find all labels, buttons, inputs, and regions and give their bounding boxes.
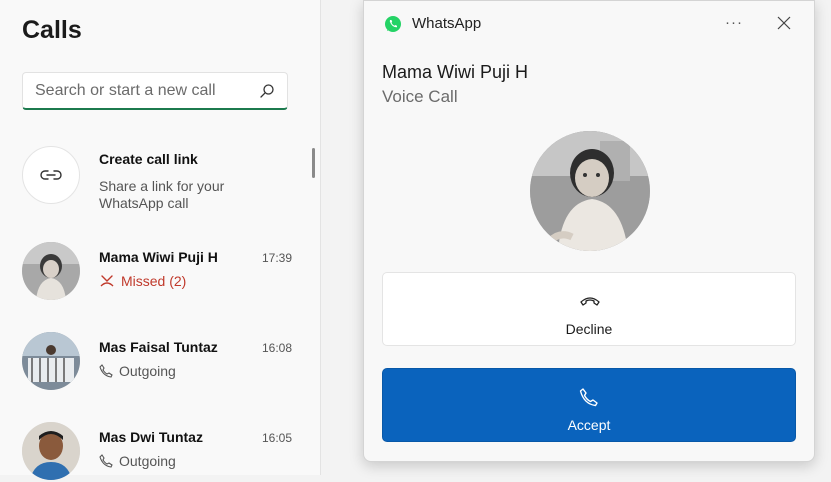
link-icon-circle: [22, 146, 80, 204]
call-list-item[interactable]: Mas Dwi Tuntaz 16:05 Outgoing: [22, 422, 292, 482]
call-status-label: Missed (2): [121, 273, 187, 289]
phone-icon: [579, 388, 598, 407]
search-icon[interactable]: [259, 83, 275, 99]
call-list-item[interactable]: Mama Wiwi Puji H 17:39 Missed (2): [22, 242, 292, 302]
call-status-label: Outgoing: [119, 453, 176, 469]
call-status: Outgoing: [99, 363, 176, 379]
create-link-subtitle-line2: WhatsApp call: [99, 195, 189, 211]
scrollbar[interactable]: [312, 148, 315, 178]
incoming-call-window: WhatsApp ··· Mama Wiwi Puji H Voice Call…: [363, 0, 815, 462]
close-icon[interactable]: [772, 11, 796, 35]
create-link-subtitle-line1: Share a link for your: [99, 178, 225, 194]
decline-button[interactable]: Decline: [382, 272, 796, 346]
calls-panel: Calls Create call link Share a link for …: [0, 0, 321, 480]
missed-call-icon: [100, 275, 114, 287]
call-status-label: Outgoing: [119, 363, 176, 379]
call-time: 16:05: [261, 431, 292, 445]
call-status: Missed (2): [99, 273, 186, 289]
call-type: Voice Call: [382, 87, 458, 106]
create-call-link-item[interactable]: Create call link Share a link for your W…: [22, 146, 292, 211]
phone-outgoing-icon: [99, 454, 113, 468]
phone-hangup-icon: [580, 297, 600, 306]
avatar: [22, 422, 80, 480]
contact-name: Mama Wiwi Puji H: [99, 249, 218, 265]
caller-name: Mama Wiwi Puji H: [382, 62, 529, 82]
search-box[interactable]: [22, 72, 288, 110]
accept-label: Accept: [567, 417, 611, 433]
more-options-button[interactable]: ···: [722, 9, 746, 37]
call-time: 17:39: [261, 251, 292, 265]
accept-button[interactable]: Accept: [382, 368, 796, 442]
link-icon: [40, 170, 62, 180]
caller-avatar: [530, 131, 650, 251]
phone-outgoing-icon: [99, 364, 113, 378]
avatar: [22, 242, 80, 300]
search-input[interactable]: [33, 79, 257, 103]
app-name: WhatsApp: [412, 15, 482, 32]
create-link-title: Create call link: [99, 151, 198, 167]
decline-label: Decline: [565, 321, 613, 337]
page-title: Calls: [22, 16, 82, 44]
whatsapp-icon: [385, 16, 401, 32]
call-status: Outgoing: [99, 453, 176, 469]
contact-name: Mas Faisal Tuntaz: [99, 339, 218, 355]
avatar: [22, 332, 80, 390]
call-list-item[interactable]: Mas Faisal Tuntaz 16:08 Outgoing: [22, 332, 292, 392]
contact-name: Mas Dwi Tuntaz: [99, 429, 203, 445]
call-time: 16:08: [261, 341, 292, 355]
